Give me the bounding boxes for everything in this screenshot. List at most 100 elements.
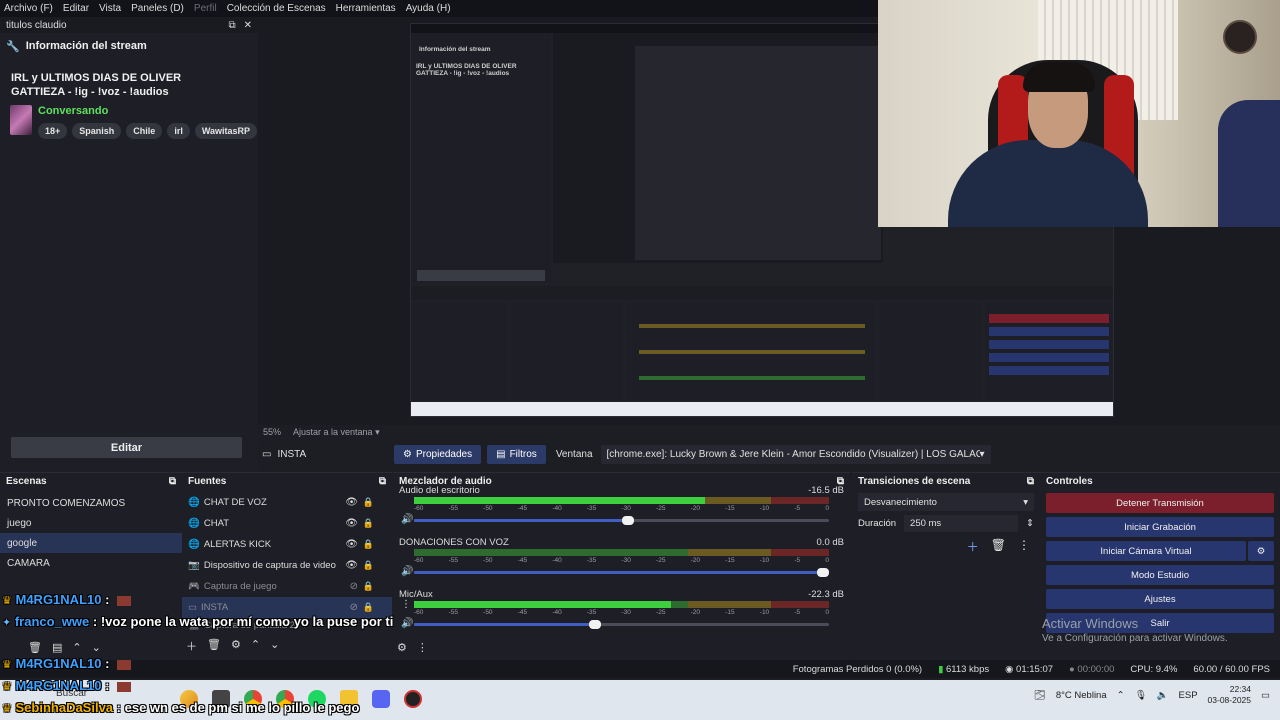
arrow-up-icon[interactable]: ⌃ xyxy=(72,641,81,654)
scale-tick: -45 xyxy=(517,557,528,564)
meter-scale: -60 -55 -50 -45 -40 -35 -30 -25 -20 -15 -10 -5 0 xyxy=(414,557,829,564)
delete-icon[interactable]: 🗑 xyxy=(207,638,221,654)
lock-icon[interactable]: 🔒 xyxy=(363,518,374,529)
discord-icon[interactable] xyxy=(372,690,390,708)
kebab-menu-icon[interactable]: ⋮ xyxy=(401,599,411,610)
emote-icon xyxy=(117,595,132,606)
start-virtual-camera-button[interactable]: Iniciar Cámara Virtual xyxy=(1046,541,1246,561)
arrow-down-icon[interactable]: ⌄ xyxy=(270,638,279,654)
lock-icon[interactable]: 🔒 xyxy=(363,497,374,508)
transitions-title: Transiciones de escena xyxy=(858,475,971,487)
stop-stream-button[interactable]: Detener Transmisión xyxy=(1046,493,1274,513)
transition-select[interactable]: Desvanecimiento ▾ xyxy=(858,493,1034,511)
nested-ctrl-button xyxy=(989,327,1109,336)
volume-slider[interactable] xyxy=(414,620,829,629)
language-indicator[interactable]: ESP xyxy=(1179,690,1198,701)
nested-ctrl-button xyxy=(989,340,1109,349)
source-item-hidden[interactable]: 🎮 Captura de juego ⊘ 🔒 xyxy=(182,576,392,597)
virtual-camera-settings-button[interactable]: ⚙ xyxy=(1248,541,1274,561)
chevron-up-icon[interactable]: ⌃ xyxy=(1117,690,1125,701)
scale-tick: -40 xyxy=(552,609,562,616)
eye-off-icon[interactable]: ⊘ xyxy=(350,581,358,592)
edit-stream-button[interactable]: Editar xyxy=(11,437,242,458)
source-item[interactable]: 🌐 ALERTAS KICK 👁 🔒 xyxy=(182,534,392,555)
scale-tick: -60 xyxy=(414,557,424,564)
preview-canvas[interactable]: Información del stream IRL y ULTIMOS DIA… xyxy=(258,0,1280,425)
arrow-down-icon[interactable]: ⌄ xyxy=(92,641,101,654)
clock[interactable]: 22:34 03-08-2025 xyxy=(1208,684,1251,706)
chat-message: ♛ SebinhaDaSilva : ese wn es de pm si me… xyxy=(2,700,359,715)
filters-button[interactable]: ▤ Filtros xyxy=(487,444,546,464)
undock-icon[interactable]: ⧉ xyxy=(379,476,386,487)
source-label: Dispositivo de captura de video xyxy=(203,560,336,571)
scene-item[interactable]: CAMARA xyxy=(0,553,182,573)
delete-icon[interactable]: 🗑 xyxy=(28,641,42,654)
arrow-up-icon[interactable]: ⌃ xyxy=(251,638,260,654)
eye-icon[interactable]: 👁 xyxy=(345,518,358,529)
window-select[interactable]: [chrome.exe]: Lucky Brown & Jere Klein -… xyxy=(600,444,991,464)
filter-icon[interactable]: ▤ xyxy=(52,641,62,654)
undock-icon[interactable]: ⧉ xyxy=(228,20,235,31)
spinner-icon[interactable]: ⇕ xyxy=(1026,518,1034,529)
close-icon[interactable]: ✕ xyxy=(244,20,252,31)
delete-icon[interactable]: 🗑 xyxy=(991,538,1006,555)
fit-window-dropdown[interactable]: Ajustar a la ventana ▾ xyxy=(293,427,380,438)
crown-icon: ♛ xyxy=(2,659,12,671)
menu-coleccion-escenas[interactable]: Colección de Escenas xyxy=(227,3,326,14)
eye-off-icon[interactable]: ⊘ xyxy=(350,602,358,613)
gear-icon: ⚙ xyxy=(1256,545,1266,557)
add-icon[interactable]: ＋ xyxy=(967,538,979,555)
volume-slider[interactable] xyxy=(414,568,829,577)
source-item[interactable]: 🌐 CHAT DE VOZ 👁 🔒 xyxy=(182,492,392,513)
lock-icon[interactable]: 🔒 xyxy=(363,581,374,592)
menu-paneles[interactable]: Paneles (D) xyxy=(131,3,184,14)
chat-message: ✦ franco_wwe : !voz pone la wata por mí … xyxy=(2,614,393,629)
lock-icon[interactable]: 🔒 xyxy=(363,560,374,571)
activation-title: Activar Windows xyxy=(1042,616,1139,631)
slider-knob[interactable] xyxy=(588,620,601,629)
channel-name: Audio del escritorio xyxy=(399,485,480,496)
menu-perfil[interactable]: Perfil xyxy=(194,3,217,14)
fps-indicator: 60.00 / 60.00 FPS xyxy=(1193,663,1270,675)
section-title: 🔧 Información del stream xyxy=(0,33,258,59)
eye-icon[interactable]: 👁 xyxy=(345,539,358,550)
menu-herramientas[interactable]: Herramientas xyxy=(336,3,396,14)
scene-item[interactable]: juego xyxy=(0,513,182,533)
menu-archivo[interactable]: Archivo (F) xyxy=(4,3,53,14)
gear-icon[interactable]: ⚙ xyxy=(397,641,407,654)
undock-icon[interactable]: ⧉ xyxy=(1027,476,1034,487)
speaker-icon[interactable]: 🔊 xyxy=(401,618,413,629)
speaker-icon[interactable]: 🔊 xyxy=(401,566,413,577)
start-recording-button[interactable]: Iniciar Grabación xyxy=(1046,517,1274,537)
mic-icon[interactable]: 🎙 xyxy=(1135,690,1147,701)
kebab-menu-icon[interactable]: ⋮ xyxy=(1018,538,1030,555)
properties-button[interactable]: ⚙ Propiedades xyxy=(394,444,482,464)
scene-item[interactable]: PRONTO COMENZAMOS xyxy=(0,493,182,513)
source-item[interactable]: 📷 Dispositivo de captura de video 👁 🔒 xyxy=(182,555,392,576)
eye-icon[interactable]: 👁 xyxy=(345,560,358,571)
notifications-icon[interactable]: ▭ xyxy=(1261,690,1270,701)
scene-item-selected[interactable]: google xyxy=(0,533,182,553)
slider-knob[interactable] xyxy=(817,568,829,577)
menu-editar[interactable]: Editar xyxy=(63,3,89,14)
eye-icon[interactable]: 👁 xyxy=(345,497,358,508)
volume-slider[interactable] xyxy=(414,516,829,525)
settings-button[interactable]: Ajustes xyxy=(1046,589,1274,609)
gear-icon[interactable]: ⚙ xyxy=(231,638,241,654)
volume-icon[interactable]: 🔈 xyxy=(1157,690,1169,701)
undock-icon[interactable]: ⧉ xyxy=(169,476,176,487)
source-item[interactable]: 🌐 CHAT 👁 🔒 xyxy=(182,513,392,534)
volume-meter xyxy=(414,549,829,556)
bitrate-value: 6113 kbps xyxy=(945,663,990,675)
add-icon[interactable]: ＋ xyxy=(186,638,197,654)
studio-mode-button[interactable]: Modo Estudio xyxy=(1046,565,1274,585)
slider-knob[interactable] xyxy=(621,516,634,525)
menu-vista[interactable]: Vista xyxy=(99,3,121,14)
obs-icon[interactable] xyxy=(404,690,422,708)
lock-icon[interactable]: 🔒 xyxy=(363,602,374,613)
lock-icon[interactable]: 🔒 xyxy=(363,539,374,550)
kebab-menu-icon[interactable]: ⋮ xyxy=(417,641,428,654)
duration-input[interactable]: 250 ms xyxy=(904,515,1019,532)
menu-ayuda[interactable]: Ayuda (H) xyxy=(406,3,451,14)
speaker-icon[interactable]: 🔊 xyxy=(401,514,413,525)
